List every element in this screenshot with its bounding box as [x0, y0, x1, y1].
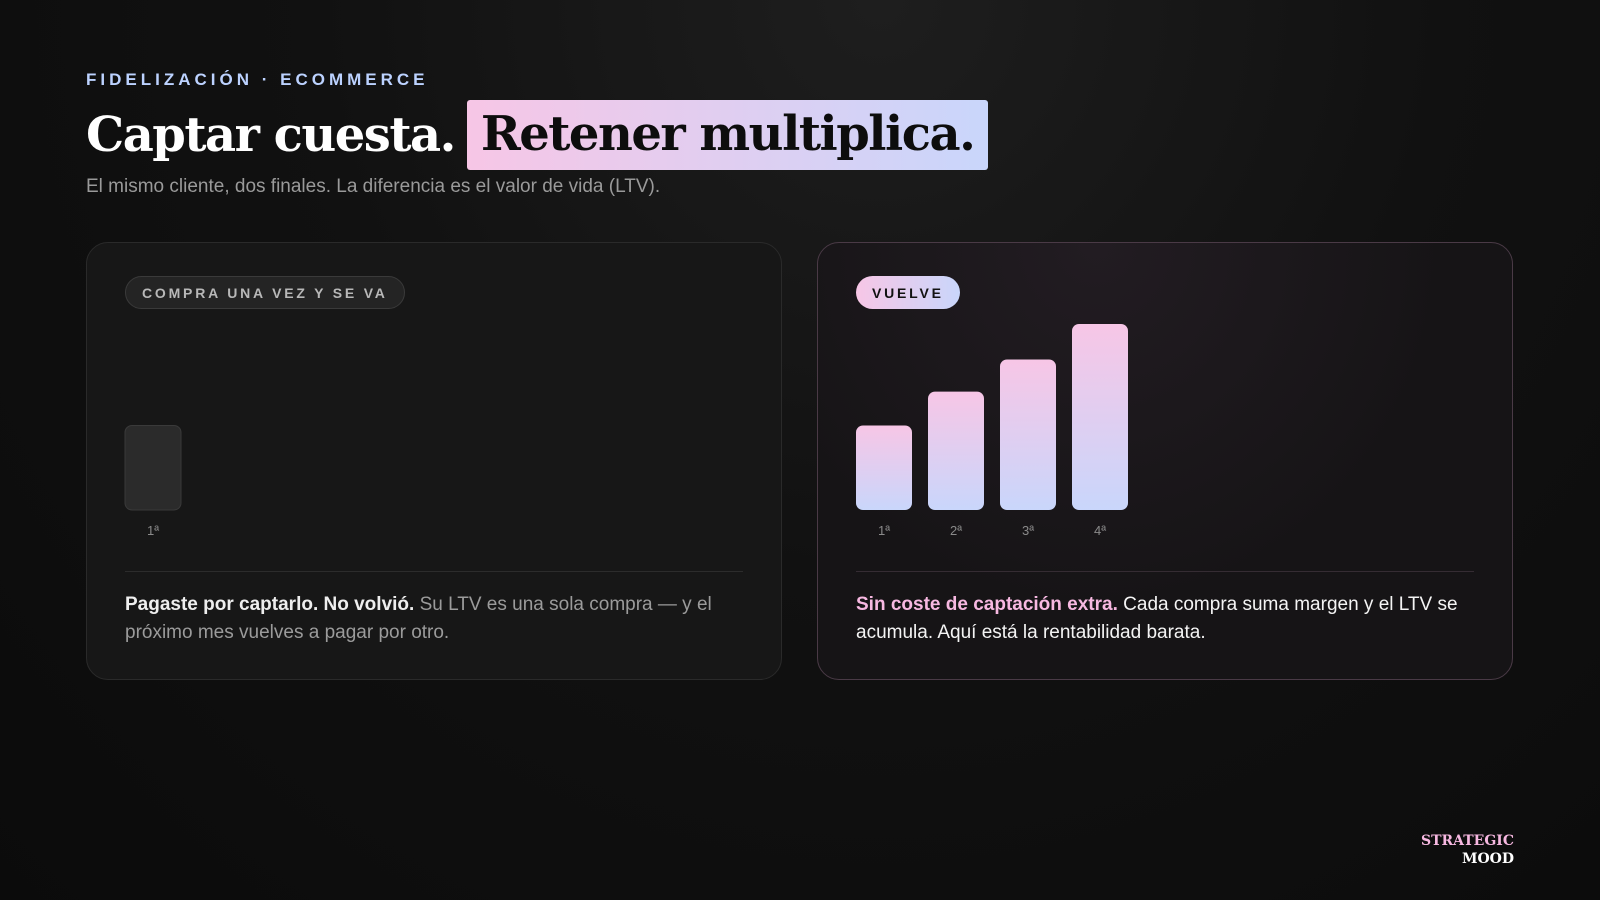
returning-tick-label-1: 1ª — [878, 523, 890, 538]
returning-tick-label-2: 2ª — [950, 523, 962, 538]
brand-line-2: MOOD — [1461, 851, 1514, 867]
card-divider — [856, 571, 1474, 572]
one-time-tick-label-1: 1ª — [147, 523, 159, 538]
card-returning-buyer: VUELVE 1ª 2ª 3ª 4ª Sin coste de captación e… — [817, 242, 1513, 680]
desc-lead: Pagaste por captarlo. No volvió. — [125, 594, 415, 615]
card-one-time-buyer: COMPRA UNA VEZ Y SE VA 1ª Pagaste por ca… — [86, 242, 782, 680]
desc-lead: Sin coste de captación extra. — [856, 594, 1118, 615]
returning-bar-3 — [1000, 359, 1056, 510]
page-subtitle: El mismo cliente, dos finales. La difere… — [86, 176, 661, 197]
brand-logo: STRATEGIC MOOD — [1421, 832, 1514, 868]
card-divider — [125, 571, 743, 572]
card-description: Pagaste por captarlo. No volvió. Su LTV … — [125, 591, 743, 647]
returning-tick-label-4: 4ª — [1094, 523, 1106, 538]
returning-tick-label-3: 3ª — [1022, 523, 1034, 538]
title-highlight: Retener multiplica. — [466, 100, 989, 170]
page-title: Captar cuesta. Retener multiplica. — [86, 100, 989, 170]
returning-bar-2 — [928, 391, 984, 510]
one-time-bar-1 — [124, 424, 182, 511]
brand-line-1: STRATEGIC — [1421, 833, 1514, 849]
chart-one-time: 1ª — [124, 424, 182, 538]
returning-bar-4 — [1072, 324, 1128, 510]
card-description: Sin coste de captación extra. Cada compr… — [856, 591, 1474, 647]
eyebrow-label: FIDELIZACIÓN · ECOMMERCE — [86, 70, 429, 89]
chart-returning: 1ª 2ª 3ª 4ª — [856, 324, 1128, 538]
title-plain: Captar cuesta. — [86, 107, 456, 163]
returning-bar-1 — [856, 425, 912, 510]
